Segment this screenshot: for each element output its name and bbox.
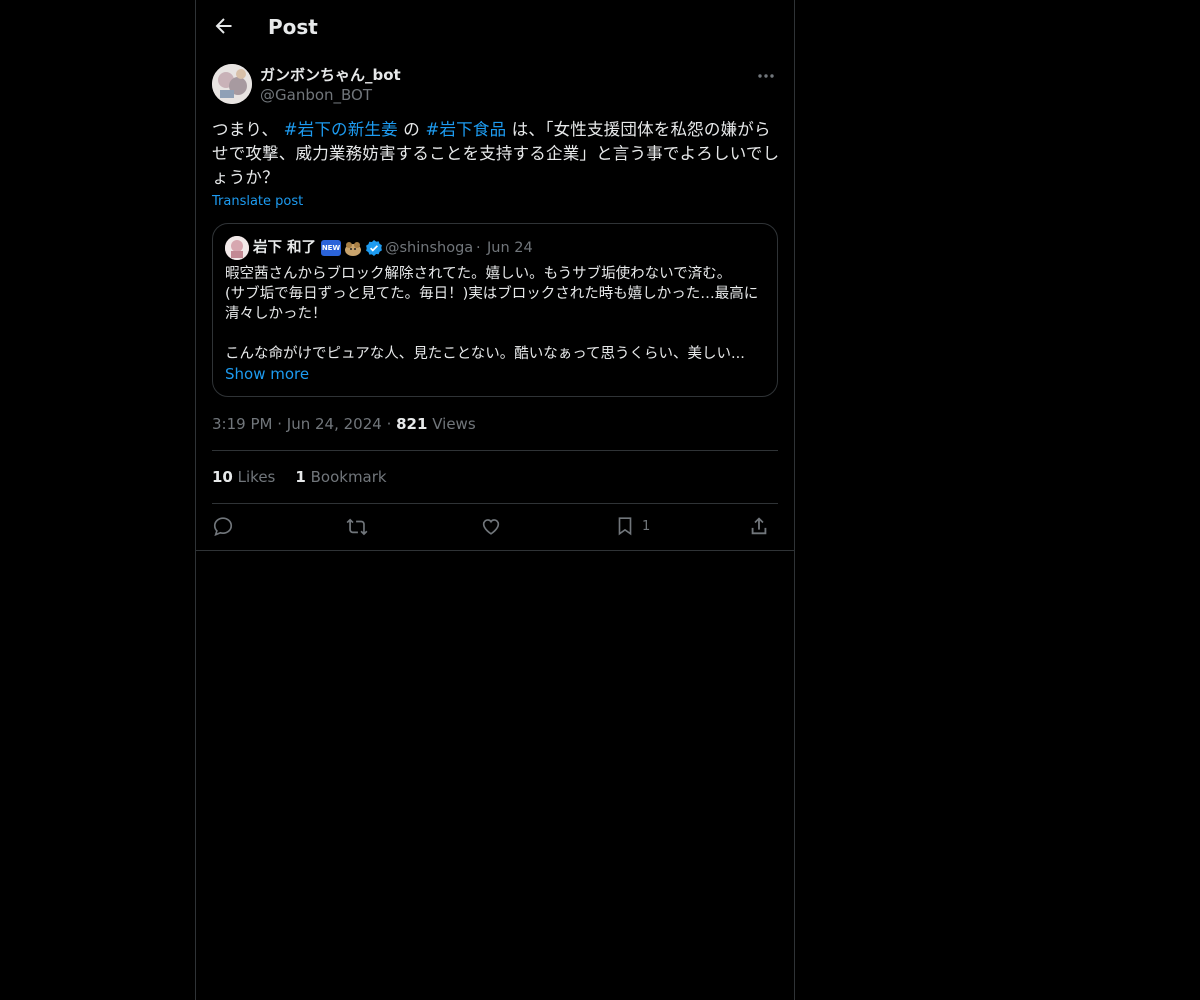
reply-icon[interactable] (212, 515, 234, 537)
quoted-post-date: Jun 24 (487, 240, 533, 256)
repost-icon[interactable] (346, 515, 368, 537)
post-text-part: の (403, 120, 420, 139)
page-title: Post (268, 15, 318, 39)
quoted-post-text: 暇空茜さんからブロック解除されてた。嬉しい。もうサブ垢使わないで済む。 (サブ垢… (225, 266, 759, 362)
bookmarks-label: Bookmark (310, 468, 387, 486)
views-label: Views (432, 415, 476, 433)
dog-emoji-icon (343, 239, 363, 257)
post-text-part: つまり、 (212, 120, 279, 139)
bookmark-count: 1 (642, 518, 651, 534)
quoted-author-name: 岩下 和了 (253, 240, 317, 256)
action-bar: 1 (212, 513, 778, 541)
hashtag-link[interactable]: #岩下食品 (425, 120, 506, 139)
new-badge-icon: NEW (321, 240, 341, 256)
post-time[interactable]: 3:19 PM (212, 415, 272, 433)
quoted-author-badges: NEW (321, 238, 383, 258)
likes-count: 10 (212, 468, 233, 486)
divider (212, 503, 778, 504)
main-column: Post ガンボンちゃん_bot @Ganbon_BOT つまり、 #岩下の新生… (195, 0, 795, 1000)
bookmark-button[interactable]: 1 (614, 515, 650, 537)
divider (212, 450, 778, 451)
bookmark-icon (618, 517, 632, 536)
verified-icon (365, 239, 383, 257)
author-avatar[interactable] (212, 64, 252, 104)
post-meta: 3:19 PM · Jun 24, 2024 · 821 Views (212, 414, 476, 434)
hashtag-link[interactable]: #岩下の新生姜 (284, 120, 398, 139)
engagement-counts: 10 Likes 1 Bookmark (212, 467, 387, 487)
quoted-author-avatar (225, 236, 249, 260)
likes-stat[interactable]: 10 Likes (212, 468, 275, 486)
views-count: 821 (396, 415, 428, 433)
quoted-author-handle: @shinshoga (385, 240, 474, 256)
divider (196, 550, 794, 551)
separator-dot: · (277, 415, 287, 433)
more-icon[interactable] (754, 66, 778, 86)
separator-dot: · (476, 240, 481, 256)
bookmarks-count: 1 (295, 468, 306, 486)
share-icon[interactable] (748, 515, 770, 537)
likes-label: Likes (237, 468, 276, 486)
quoted-post[interactable]: 岩下 和了 NEW @shinshoga · Jun 24 暇空茜さんからブロッ… (212, 223, 778, 397)
translate-post-link[interactable]: Translate post (212, 193, 303, 211)
post-author: ガンボンちゃん_bot @Ganbon_BOT (212, 64, 778, 108)
bookmarks-stat[interactable]: 1 Bookmark (295, 468, 386, 486)
back-arrow-icon[interactable] (212, 14, 236, 38)
top-bar: Post (196, 0, 794, 53)
separator-dot: · (386, 415, 397, 433)
like-icon[interactable] (480, 515, 502, 537)
author-handle[interactable]: @Ganbon_BOT (260, 85, 372, 105)
post-date[interactable]: Jun 24, 2024 (287, 415, 382, 433)
author-name[interactable]: ガンボンちゃん_bot (260, 65, 401, 85)
show-more-link[interactable]: Show more (225, 364, 309, 384)
post-text: つまり、 #岩下の新生姜 の #岩下食品 は、「女性支援団体を私怨の嫌がらせで攻… (212, 118, 782, 190)
